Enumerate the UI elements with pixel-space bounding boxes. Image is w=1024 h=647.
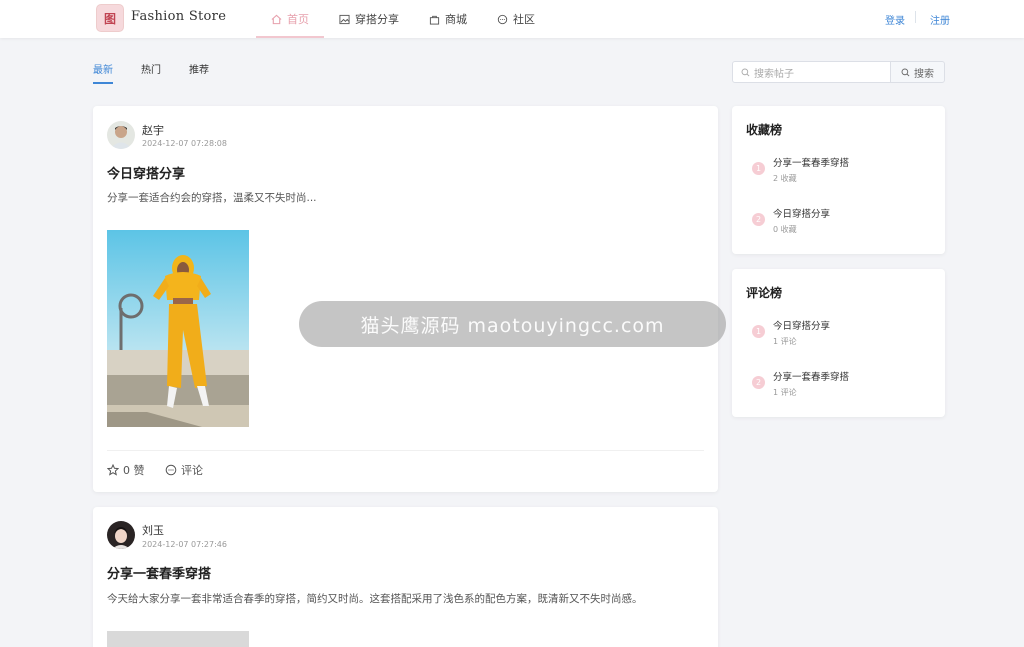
nav-home-label: 首页 — [287, 13, 309, 26]
avatar[interactable] — [107, 121, 135, 149]
nav-community[interactable]: 社区 — [482, 0, 550, 38]
rank-item-title[interactable]: 分享一套春季穿搭 — [773, 155, 849, 169]
nav-shop-label: 商城 — [445, 13, 467, 26]
like-button[interactable]: 0 赞 — [107, 462, 145, 478]
chat-icon — [497, 14, 508, 24]
login-link[interactable]: 登录 — [885, 12, 905, 27]
search-button[interactable]: 搜索 — [890, 61, 945, 83]
favorites-title: 收藏榜 — [746, 123, 783, 137]
feed-tabs: 最新 热门 推荐 — [93, 61, 237, 84]
rank-item-title[interactable]: 今日穿搭分享 — [773, 318, 830, 332]
post-time: 2024-12-07 07:28:08 — [142, 139, 227, 148]
main-nav: 首页 穿搭分享 商城 社区 — [256, 0, 550, 38]
bag-icon — [429, 15, 440, 25]
nav-outfits[interactable]: 穿搭分享 — [324, 0, 414, 38]
post-author[interactable]: 刘玉 — [142, 522, 164, 538]
nav-shop[interactable]: 商城 — [414, 0, 482, 38]
nav-community-label: 社区 — [513, 13, 535, 26]
auth-divider — [915, 11, 916, 23]
tab-latest[interactable]: 最新 — [93, 61, 113, 84]
brand-name[interactable]: Fashion Store — [131, 9, 226, 24]
search-icon — [901, 68, 910, 76]
home-icon — [271, 14, 282, 24]
favorites-ranking: 收藏榜 1 分享一套春季穿搭 2 收藏 2 今日穿搭分享 0 收藏 — [732, 106, 945, 254]
rank-badge: 2 — [752, 213, 765, 226]
rank-item-title[interactable]: 分享一套春季穿搭 — [773, 369, 849, 383]
comments-title: 评论榜 — [746, 286, 783, 300]
post-author[interactable]: 赵宇 — [142, 122, 164, 138]
nav-home[interactable]: 首页 — [256, 0, 324, 38]
register-link[interactable]: 注册 — [930, 12, 950, 27]
search-input[interactable]: 搜索帖子 — [732, 61, 891, 83]
comment-icon — [165, 464, 177, 476]
post-excerpt: 今天给大家分享一套非常适合春季的穿搭，简约又时尚。这套搭配采用了浅色系的配色方案… — [107, 593, 643, 605]
post-image[interactable] — [107, 631, 249, 647]
post-card[interactable]: 刘玉 2024-12-07 07:27:46 分享一套春季穿搭 今天给大家分享一… — [93, 507, 718, 647]
rank-badge: 2 — [752, 376, 765, 389]
rank-item-count: 1 评论 — [773, 388, 797, 397]
comments-ranking: 评论榜 1 今日穿搭分享 1 评论 2 分享一套春季穿搭 1 评论 — [732, 269, 945, 417]
tab-recommended[interactable]: 推荐 — [189, 61, 209, 84]
post-title[interactable]: 今日穿搭分享 — [107, 163, 185, 182]
post-title[interactable]: 分享一套春季穿搭 — [107, 563, 211, 582]
post-card[interactable]: 赵宇 2024-12-07 07:28:08 今日穿搭分享 分享一套适合约会的穿… — [93, 106, 718, 492]
star-icon — [107, 464, 119, 476]
image-icon — [339, 14, 350, 24]
logo[interactable]: 图 — [96, 4, 124, 32]
watermark-overlay: 猫头鹰源码 maotouyingcc.com — [299, 301, 726, 347]
post-time: 2024-12-07 07:27:46 — [142, 540, 227, 549]
rank-item-count: 2 收藏 — [773, 174, 797, 183]
post-divider — [107, 450, 704, 451]
top-navbar: 图 Fashion Store 首页 穿搭分享 商城 社区 登录 注册 — [0, 0, 1024, 38]
comment-label: 评论 — [181, 464, 203, 477]
avatar[interactable] — [107, 521, 135, 549]
post-image[interactable] — [107, 230, 249, 427]
comment-button[interactable]: 评论 — [165, 462, 203, 478]
post-excerpt: 分享一套适合约会的穿搭，温柔又不失时尚... — [107, 192, 317, 204]
rank-badge: 1 — [752, 162, 765, 175]
search-placeholder: 搜索帖子 — [754, 68, 794, 80]
search-icon — [741, 68, 750, 76]
rank-item-count: 1 评论 — [773, 337, 797, 346]
rank-item-count: 0 收藏 — [773, 225, 797, 234]
tab-hot[interactable]: 热门 — [141, 61, 161, 84]
search-button-label: 搜索 — [914, 68, 934, 80]
rank-item-title[interactable]: 今日穿搭分享 — [773, 206, 830, 220]
nav-outfits-label: 穿搭分享 — [355, 13, 399, 26]
like-count: 0 赞 — [123, 464, 145, 477]
rank-badge: 1 — [752, 325, 765, 338]
